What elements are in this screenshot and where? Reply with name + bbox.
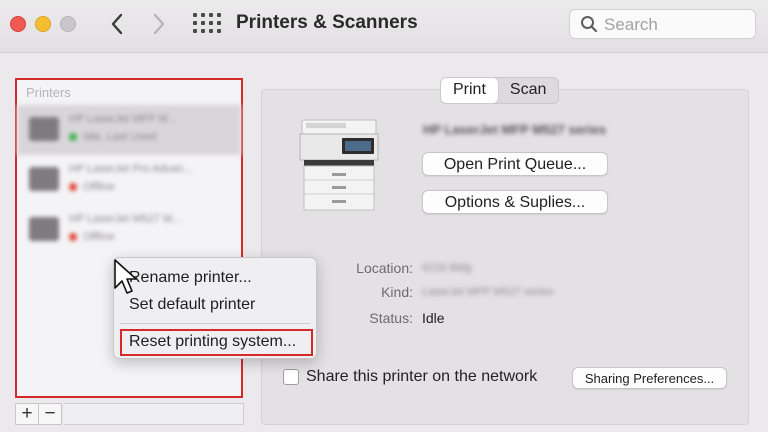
tab-print[interactable]: Print	[441, 78, 498, 103]
status-dot	[69, 133, 77, 141]
list-footer-bar	[64, 403, 244, 425]
chevron-left-icon	[111, 13, 123, 35]
printer-list-item[interactable]: HP LaserJet Pro Advan... Offline	[17, 155, 241, 205]
menu-separator	[120, 323, 310, 324]
toolbar: Printers & Scanners	[0, 0, 768, 53]
menu-item-reset-printing-system[interactable]: Reset printing system...	[129, 333, 296, 351]
add-remove-controls: + −	[15, 403, 62, 425]
search-field[interactable]	[569, 9, 756, 39]
mouse-cursor-icon	[114, 259, 137, 294]
kind-label: Kind:	[381, 284, 413, 300]
status-dot	[69, 233, 77, 241]
printer-name: HP LaserJet M527 M...	[69, 213, 182, 225]
printer-name: HP LaserJet Pro Advan...	[69, 163, 193, 175]
location-label: Location:	[356, 260, 413, 276]
printer-name-title: HP LaserJet MFP M527 series	[423, 122, 607, 137]
sharing-preferences-button[interactable]: Sharing Preferences...	[572, 367, 727, 389]
search-icon	[581, 16, 598, 33]
printer-name: HP LaserJet MFP M...	[69, 113, 177, 125]
search-input[interactable]	[602, 13, 754, 37]
printer-image	[299, 119, 379, 211]
tab-scan[interactable]: Scan	[498, 78, 558, 103]
printer-list-item[interactable]: HP LaserJet MFP M... Idle, Last Used	[17, 105, 241, 155]
forward-button[interactable]	[146, 8, 172, 40]
open-print-queue-button[interactable]: Open Print Queue...	[422, 152, 608, 176]
show-all-grid-icon[interactable]	[193, 13, 221, 35]
back-button[interactable]	[104, 8, 130, 40]
remove-printer-button[interactable]: −	[38, 403, 62, 425]
printer-list-header: Printers	[26, 85, 71, 100]
status-dot	[69, 183, 77, 191]
printer-status: Offline	[83, 181, 115, 193]
kind-value: LaserJet MFP M527 series	[422, 286, 554, 298]
printer-thumbnail	[29, 167, 59, 191]
menu-item-rename-printer[interactable]: Rename printer...	[129, 269, 252, 287]
share-printer-label: Share this printer on the network	[306, 368, 538, 385]
options-supplies-button[interactable]: Options & Suplies...	[422, 190, 608, 214]
share-printer-checkbox[interactable]	[283, 369, 299, 385]
menu-item-set-default-printer[interactable]: Set default printer	[129, 296, 255, 314]
minimize-window-button[interactable]	[35, 16, 51, 32]
chevron-right-icon	[153, 13, 165, 35]
location-value: 6216 Bldg	[422, 262, 472, 274]
printer-thumbnail	[29, 217, 59, 241]
zoom-window-button[interactable]	[60, 16, 76, 32]
printer-status: Idle, Last Used	[83, 131, 157, 143]
printer-thumbnail	[29, 117, 59, 141]
close-window-button[interactable]	[10, 16, 26, 32]
window-title: Printers & Scanners	[236, 12, 418, 33]
add-printer-button[interactable]: +	[15, 403, 39, 425]
printer-list-item[interactable]: HP LaserJet M527 M... Offline	[17, 205, 241, 255]
printer-context-menu: Rename printer... Set default printer Re…	[113, 257, 317, 359]
status-label: Status:	[369, 310, 413, 326]
status-value: Idle	[422, 310, 445, 326]
printer-status: Offline	[83, 231, 115, 243]
print-scan-tabs: Print Scan	[440, 77, 560, 104]
